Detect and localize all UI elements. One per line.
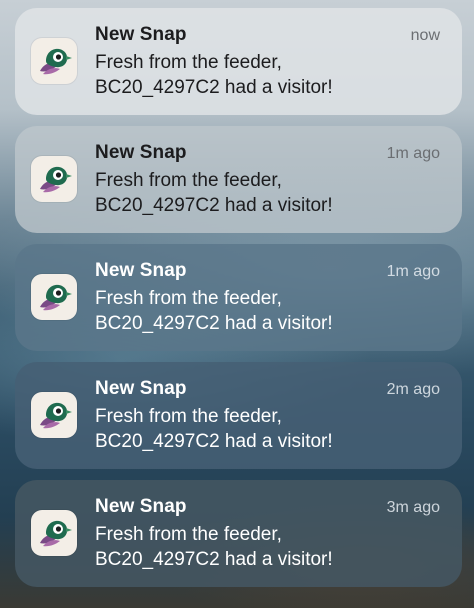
- notification-card[interactable]: New Snap now Fresh from the feeder, BC20…: [15, 8, 462, 115]
- notification-body: Fresh from the feeder, BC20_4297C2 had a…: [95, 522, 333, 572]
- notification-time: 1m ago: [386, 145, 440, 162]
- notification-body-line: Fresh from the feeder,: [95, 524, 282, 545]
- notification-body-line: BC20_4297C2 had a visitor!: [95, 195, 333, 216]
- bird-feeder-app-icon: [31, 156, 77, 202]
- notification-card[interactable]: New Snap 2m ago Fresh from the feeder, B…: [15, 362, 462, 469]
- notification-title: New Snap: [95, 142, 187, 163]
- notification-body-line: BC20_4297C2 had a visitor!: [95, 549, 333, 570]
- notification-card[interactable]: New Snap 1m ago Fresh from the feeder, B…: [15, 126, 462, 233]
- bird-icon: [40, 48, 72, 75]
- notification-body-line: Fresh from the feeder,: [95, 406, 282, 427]
- notification-time: now: [410, 27, 440, 44]
- notification-time: 1m ago: [386, 263, 440, 280]
- notification-body-line: BC20_4297C2 had a visitor!: [95, 431, 333, 452]
- notification-title: New Snap: [95, 496, 187, 517]
- notification-body: Fresh from the feeder, BC20_4297C2 had a…: [95, 286, 333, 336]
- notification-body-line: Fresh from the feeder,: [95, 52, 282, 73]
- notification-body-line: BC20_4297C2 had a visitor!: [95, 77, 333, 98]
- bird-icon: [40, 166, 72, 193]
- bird-feeder-app-icon: [31, 274, 77, 320]
- bird-feeder-app-icon: [31, 392, 77, 438]
- notification-time: 3m ago: [386, 499, 440, 516]
- bird-feeder-app-icon: [31, 510, 77, 556]
- notification-body-line: BC20_4297C2 had a visitor!: [95, 313, 333, 334]
- notification-title: New Snap: [95, 378, 187, 399]
- notification-body-line: Fresh from the feeder,: [95, 288, 282, 309]
- notification-body-line: Fresh from the feeder,: [95, 170, 282, 191]
- notification-title: New Snap: [95, 260, 187, 281]
- bird-feeder-app-icon: [31, 38, 77, 84]
- notification-body: Fresh from the feeder, BC20_4297C2 had a…: [95, 168, 333, 218]
- notification-time: 2m ago: [386, 381, 440, 398]
- notification-card[interactable]: New Snap 1m ago Fresh from the feeder, B…: [15, 244, 462, 351]
- bird-icon: [40, 402, 72, 429]
- bird-icon: [40, 284, 72, 311]
- notification-title: New Snap: [95, 24, 187, 45]
- notification-body: Fresh from the feeder, BC20_4297C2 had a…: [95, 404, 333, 454]
- bird-icon: [40, 520, 72, 547]
- notification-body: Fresh from the feeder, BC20_4297C2 had a…: [95, 50, 333, 100]
- notification-card[interactable]: New Snap 3m ago Fresh from the feeder, B…: [15, 480, 462, 587]
